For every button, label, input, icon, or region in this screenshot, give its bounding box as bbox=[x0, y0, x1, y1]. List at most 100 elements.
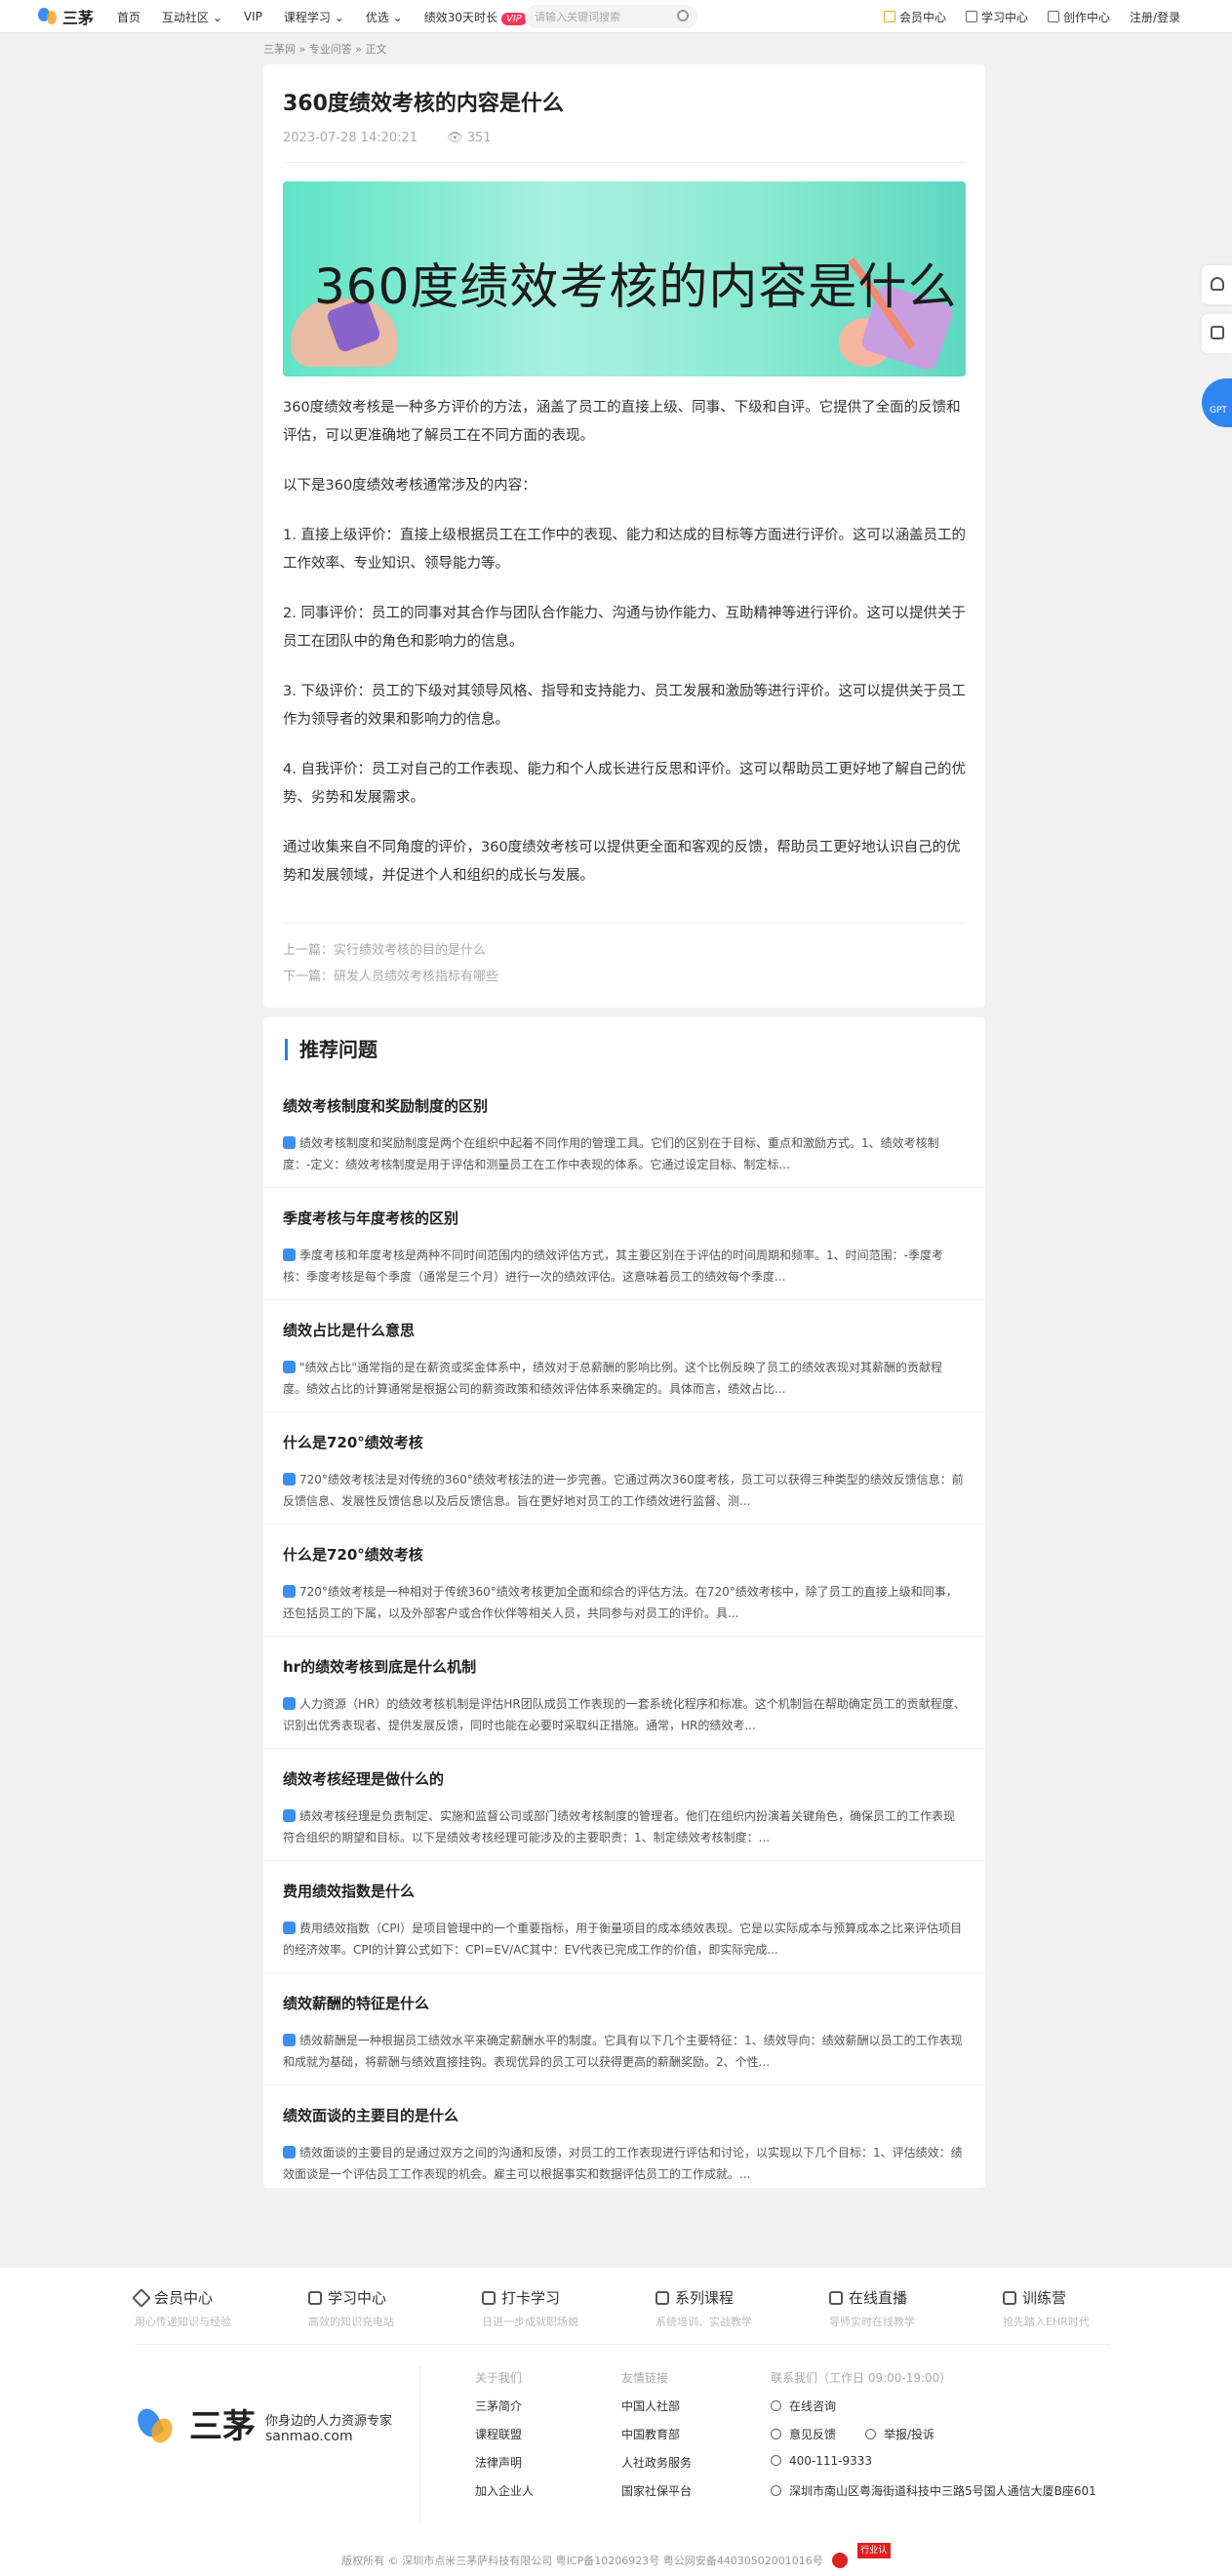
question-snippet: 720°绩效考核法是对传统的360°绩效考核法的进一步完善。它通过两次360度考… bbox=[283, 1469, 966, 1512]
list-item[interactable]: 绩效薪酬的特征是什么绩效薪酬是一种根据员工绩效水平来确定薪酬水平的制度。它具有以… bbox=[263, 1973, 985, 2085]
question-title[interactable]: 绩效薪酬的特征是什么 bbox=[283, 1993, 429, 2013]
footer-link[interactable]: 人社政务服务 bbox=[621, 2456, 692, 2470]
footer-nav-sub: 系统培训、实战教学 bbox=[656, 2316, 752, 2328]
nav-courses[interactable]: 课程学习 ⌄ bbox=[284, 9, 344, 25]
prev-article-link[interactable]: 上一篇：实行绩效考核的目的是什么 bbox=[283, 943, 486, 958]
list-item[interactable]: 绩效考核制度和奖励制度的区别绩效考核制度和奖励制度是两个在组织中起着不同作用的管… bbox=[263, 1076, 985, 1188]
phone-icon bbox=[771, 2455, 781, 2466]
article-paragraph: 以下是360度绩效考核通常涉及的内容： bbox=[283, 478, 537, 494]
question-title[interactable]: 绩效面谈的主要目的是什么 bbox=[283, 2105, 458, 2125]
question-title[interactable]: 什么是720°绩效考核 bbox=[283, 1432, 423, 1452]
qrcode-button[interactable] bbox=[1202, 314, 1232, 353]
nav-selected[interactable]: 优选 ⌄ bbox=[366, 9, 403, 25]
footer-link[interactable]: 三茅简介 bbox=[475, 2399, 522, 2413]
footer-link[interactable]: 课程联盟 bbox=[475, 2428, 522, 2441]
footer-checkin[interactable]: 打卡学习 日进一步成就职场蜕 bbox=[482, 2287, 648, 2329]
snippet-text: 720°绩效考核法是对传统的360°绩效考核法的进一步完善。它通过两次360度考… bbox=[283, 1473, 964, 1508]
list-item[interactable]: hr的绩效考核到底是什么机制 人力资源（HR）的绩效考核机制是评估HR团队成员工作… bbox=[263, 1637, 985, 1749]
question-title[interactable]: hr的绩效考核到底是什么机制 bbox=[283, 1656, 476, 1677]
article-paragraph: 3. 下级评价：员工的下级对其领导风格、指导和支持能力、员工发展和激励等进行评价… bbox=[283, 684, 966, 728]
police-badge-icon bbox=[832, 2553, 849, 2568]
list-item[interactable]: 绩效占比是什么意思 "绩效占比"通常指的是在薪资或奖金体系中，绩效对于总薪酬的影响… bbox=[263, 1300, 985, 1412]
creator-center-link[interactable]: 创作中心 bbox=[1048, 9, 1110, 25]
snippet-text: "绩效占比"通常指的是在薪资或奖金体系中，绩效对于总薪酬的影响比例。这个比例反映… bbox=[283, 1361, 943, 1396]
report-link[interactable]: 举报/投诉 bbox=[865, 2428, 934, 2441]
footer-series-courses[interactable]: 系列课程 系统培训、实战教学 bbox=[656, 2287, 821, 2329]
question-title[interactable]: 费用绩效指数是什么 bbox=[283, 1881, 415, 1901]
article-meta: 2023-07-28 14:20:21 👁 351 bbox=[283, 131, 492, 145]
snippet-text: 绩效考核制度和奖励制度是两个在组织中起着不同作用的管理工具。它们的区别在于目标、… bbox=[283, 1136, 939, 1171]
footer-link[interactable]: 加入企业人 bbox=[475, 2484, 534, 2498]
site-logo[interactable]: 三茅 bbox=[37, 5, 94, 28]
brand-logo-icon bbox=[135, 2404, 179, 2449]
online-consult-link[interactable]: 在线咨询 bbox=[771, 2399, 836, 2413]
footer-nav-sub: 导师实时在线教学 bbox=[829, 2316, 915, 2328]
question-title[interactable]: 绩效考核经理是做什么的 bbox=[283, 1768, 444, 1789]
footer-training-camp[interactable]: 训练营 抢先踏入EHR时代 bbox=[1003, 2287, 1110, 2329]
breadcrumb-home[interactable]: 三茅网 bbox=[263, 43, 296, 56]
list-item[interactable]: 季度考核与年度考核的区别 季度考核和年度考核是两种不同时间范围内的绩效评估方式，其… bbox=[263, 1188, 985, 1300]
feedback-link[interactable]: 意见反馈 bbox=[771, 2428, 836, 2441]
question-title[interactable]: 季度考核与年度考核的区别 bbox=[283, 1208, 458, 1228]
snippet-text: 绩效薪酬是一种根据员工绩效水平来确定薪酬水平的制度。它具有以下几个主要特征：1、… bbox=[283, 2034, 963, 2069]
answer-icon bbox=[283, 1922, 296, 1934]
list-item[interactable]: 绩效考核经理是做什么的绩效考核经理是负责制定、实施和监督公司或部门绩效考核制度的… bbox=[263, 1749, 985, 1861]
article-paragraph: 360度绩效考核是一种多方评价的方法，涵盖了员工的直接上级、同事、下级和自评。它… bbox=[283, 400, 961, 444]
search-input[interactable]: 请输入关键词搜索 bbox=[525, 5, 698, 28]
nav-home[interactable]: 首页 bbox=[117, 9, 140, 25]
footer-nav-sub: 抢先踏入EHR时代 bbox=[1003, 2316, 1090, 2328]
article-views: 👁 351 bbox=[447, 131, 491, 145]
next-article-link[interactable]: 下一篇：研发人员绩效考核指标有哪些 bbox=[283, 970, 498, 984]
user-nav: 会员中心 学习中心 创作中心 注册/登录 bbox=[884, 0, 1180, 33]
diamond-icon bbox=[132, 2287, 151, 2308]
login-register-link[interactable]: 注册/登录 bbox=[1130, 9, 1180, 25]
breadcrumb-qa[interactable]: 专业问答 bbox=[309, 43, 352, 56]
prev-next-links: 上一篇：实行绩效考核的目的是什么 下一篇：研发人员绩效考核指标有哪些 bbox=[283, 937, 498, 990]
answer-icon bbox=[283, 1361, 296, 1373]
list-item[interactable]: 什么是720°绩效考核 720°绩效考核是一种相对于传统360°绩效考核更加全面和… bbox=[263, 1525, 985, 1637]
breadcrumb: 三茅网 » 专业问答 » 正文 bbox=[263, 43, 387, 56]
question-title[interactable]: 绩效占比是什么意思 bbox=[283, 1320, 415, 1340]
top-navigation-bar: 三茅 首页 互动社区 ⌄ VIP 课程学习 ⌄ 优选 ⌄ 绩效30天时长 VIP … bbox=[0, 0, 1232, 33]
study-center-link[interactable]: 学习中心 bbox=[966, 9, 1028, 25]
recommend-section: 推荐问题 绩效考核制度和奖励制度的区别 绩效考核制度和奖励制度是两个在组织中起着不… bbox=[263, 1017, 985, 2188]
list-item[interactable]: 绩效面谈的主要目的是什么绩效面谈的主要目的是通过双方之间的沟通和反馈，对员工的工… bbox=[263, 2085, 985, 2198]
snippet-text: 绩效面谈的主要目的是通过双方之间的沟通和反馈，对员工的工作表现进行评估和讨论，以… bbox=[283, 2146, 963, 2181]
article-card: 360度绩效考核的内容是什么 2023-07-28 14:20:21 👁 351… bbox=[263, 64, 985, 1008]
nav-performance-30days[interactable]: 绩效30天时长 VIP bbox=[424, 9, 527, 25]
footer-live[interactable]: 在线直播 导师实时在线教学 bbox=[829, 2287, 995, 2329]
nav-community[interactable]: 互动社区 ⌄ bbox=[162, 9, 222, 25]
list-item[interactable]: 什么是720°绩效考核 720°绩效考核法是对传统的360°绩效考核法的进一步完善… bbox=[263, 1412, 985, 1525]
column-heading: 关于我们 bbox=[475, 2371, 523, 2385]
main-nav: 首页 互动社区 ⌄ VIP 课程学习 ⌄ 优选 ⌄ 绩效30天时长 VIP bbox=[117, 0, 527, 33]
footer-nav-sub: 用心传递知识与经验 bbox=[135, 2316, 231, 2328]
feedback-icon bbox=[771, 2429, 781, 2439]
footer-link[interactable]: 国家社保平台 bbox=[621, 2484, 692, 2498]
list-item[interactable]: 费用绩效指数是什么 费用绩效指数（CPI）是项目管理中的一个重要指标，用于衡量项目… bbox=[263, 1861, 985, 1973]
gpt-assistant-button[interactable]: GPT bbox=[1202, 378, 1232, 427]
footer-link[interactable]: 中国教育部 bbox=[621, 2428, 680, 2441]
footer-study-center[interactable]: 学习中心 高效的知识充电站 bbox=[308, 2287, 474, 2329]
notification-button[interactable] bbox=[1202, 265, 1232, 304]
member-center-link[interactable]: 会员中心 bbox=[884, 9, 946, 25]
footer-member-center[interactable]: 会员中心 用心传递知识与经验 bbox=[132, 2287, 300, 2329]
answer-icon bbox=[283, 1248, 296, 1261]
snippet-text: 绩效考核经理是负责制定、实施和监督公司或部门绩效考核制度的管理者。他们在组织内扮… bbox=[283, 1809, 956, 1844]
snippet-text: 720°绩效考核是一种相对于传统360°绩效考核更加全面和综合的评估方法。在72… bbox=[283, 1585, 958, 1620]
footer-link[interactable]: 中国人社部 bbox=[621, 2399, 680, 2413]
crown-icon bbox=[884, 10, 895, 22]
divider bbox=[283, 162, 966, 163]
search-icon[interactable] bbox=[677, 10, 689, 21]
edit-icon bbox=[1048, 10, 1060, 22]
nav-courses-label: 课程学习 bbox=[283, 10, 331, 24]
study-center-label: 学习中心 bbox=[981, 10, 1029, 24]
nav-vip[interactable]: VIP bbox=[244, 10, 262, 23]
divider bbox=[283, 923, 966, 924]
logo-text: 三茅 bbox=[62, 9, 95, 27]
footer-link[interactable]: 法律声明 bbox=[475, 2456, 522, 2470]
calendar-icon bbox=[482, 2290, 496, 2305]
chevron-down-icon: ⌄ bbox=[392, 10, 403, 24]
question-title[interactable]: 绩效考核制度和奖励制度的区别 bbox=[283, 1095, 488, 1116]
question-title[interactable]: 什么是720°绩效考核 bbox=[283, 1544, 423, 1565]
answer-icon bbox=[283, 1697, 296, 1710]
